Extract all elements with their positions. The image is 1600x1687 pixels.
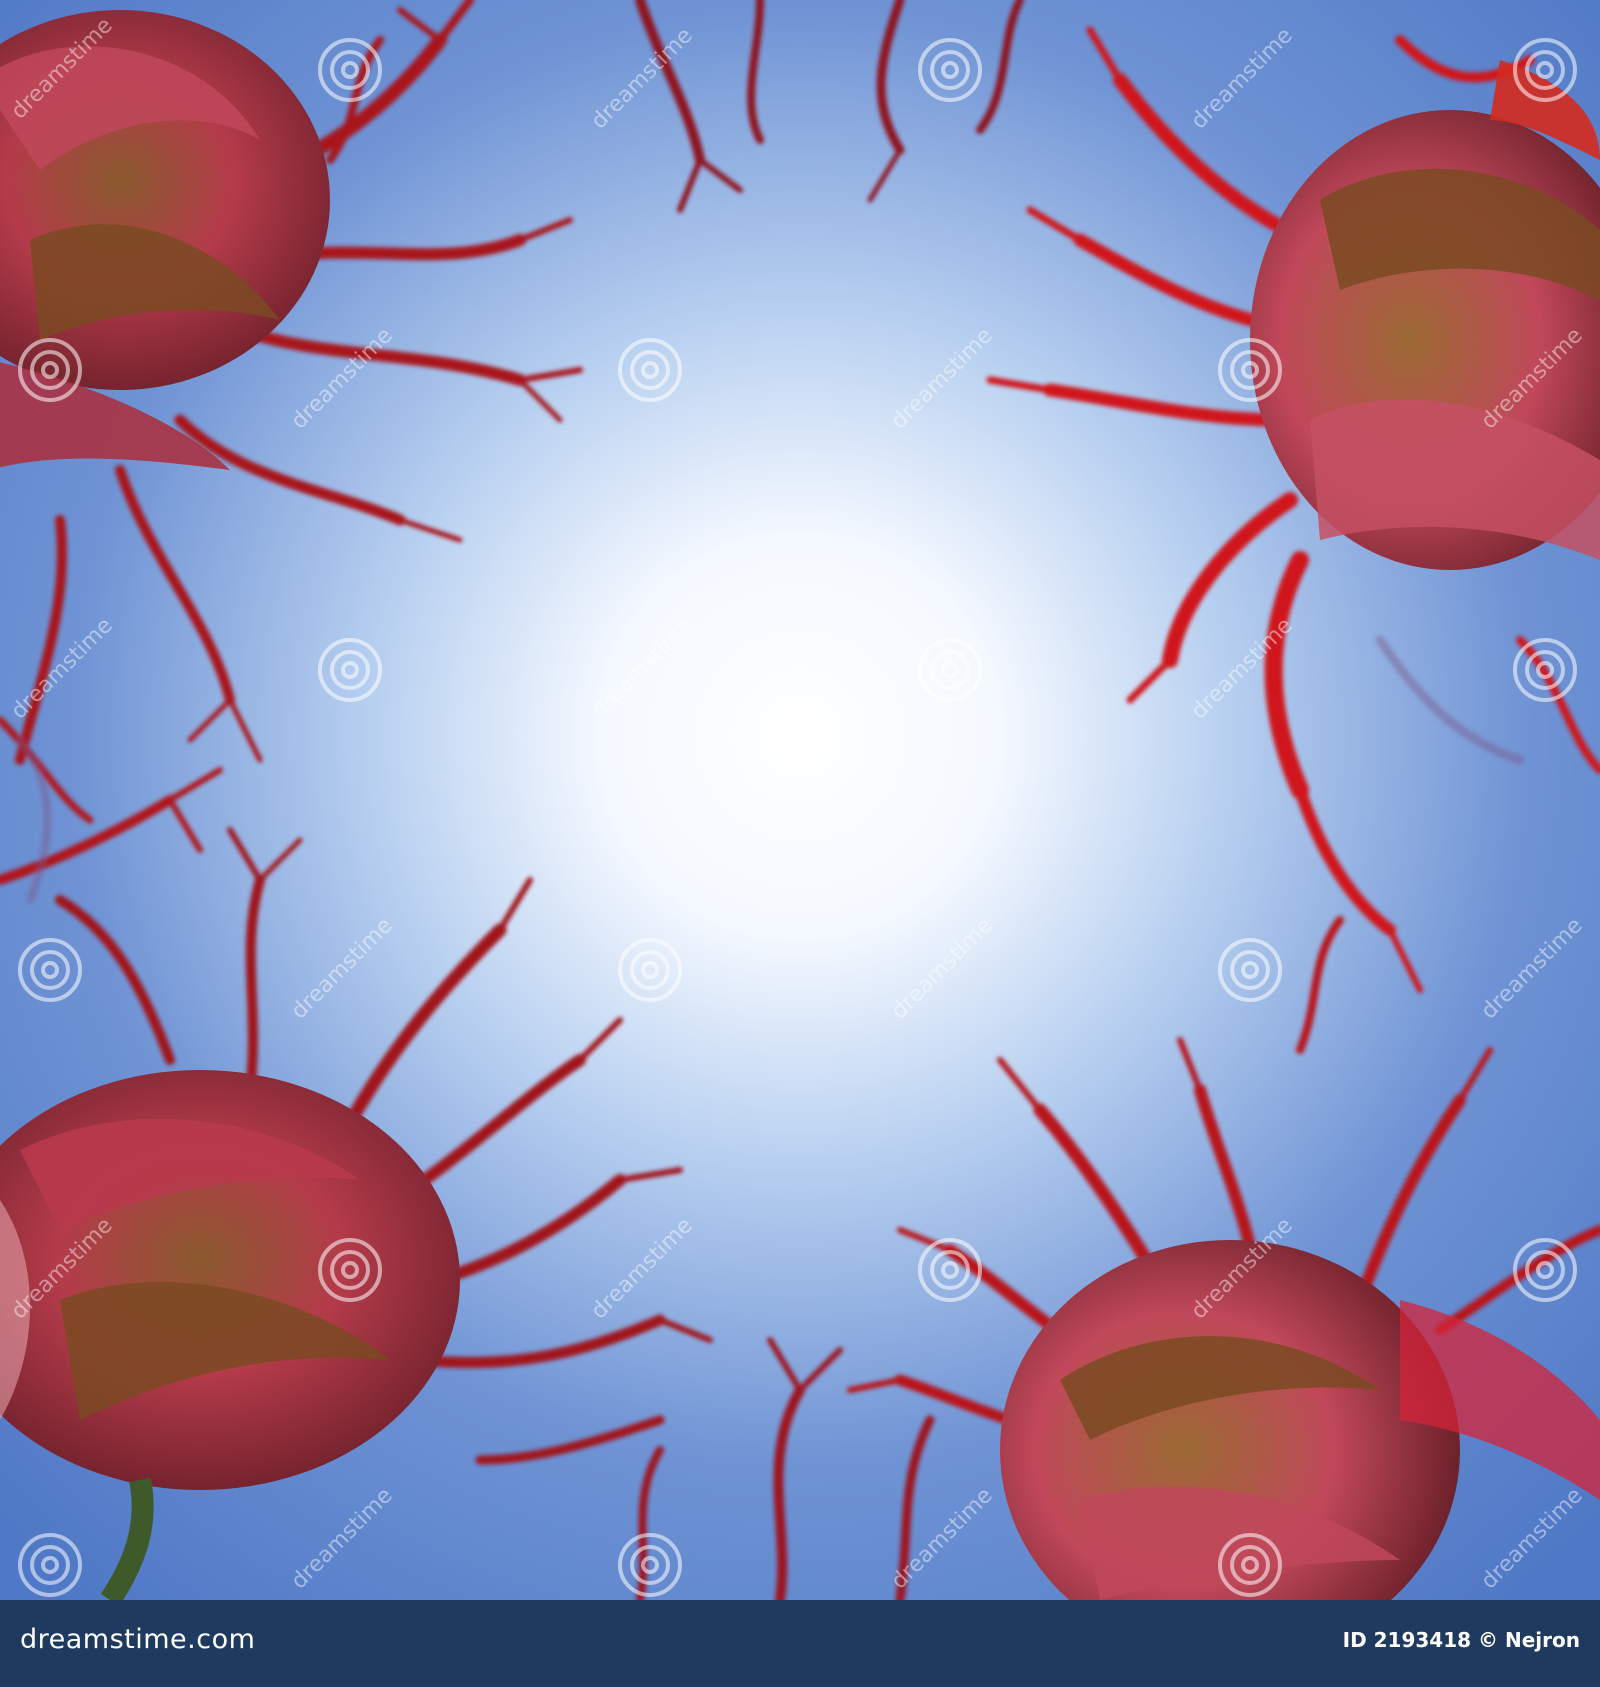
id-label: ID	[1342, 1628, 1367, 1652]
footer-credit: ID 2193418 © Nejron	[1343, 1628, 1580, 1652]
author-name: Nejron	[1505, 1628, 1580, 1652]
footer-bar: dreamstime.com ID 2193418 © Nejron	[0, 1600, 1600, 1687]
rose-frame-artwork: dreamstime dreamstime dreamstime dreamst…	[0, 0, 1600, 1600]
footer-site-logo: dreamstime.com	[20, 1624, 256, 1655]
image-id: 2193418	[1373, 1628, 1472, 1652]
copyright-symbol: ©	[1478, 1628, 1499, 1652]
image-stage: dreamstime dreamstime dreamstime dreamst…	[0, 0, 1600, 1687]
